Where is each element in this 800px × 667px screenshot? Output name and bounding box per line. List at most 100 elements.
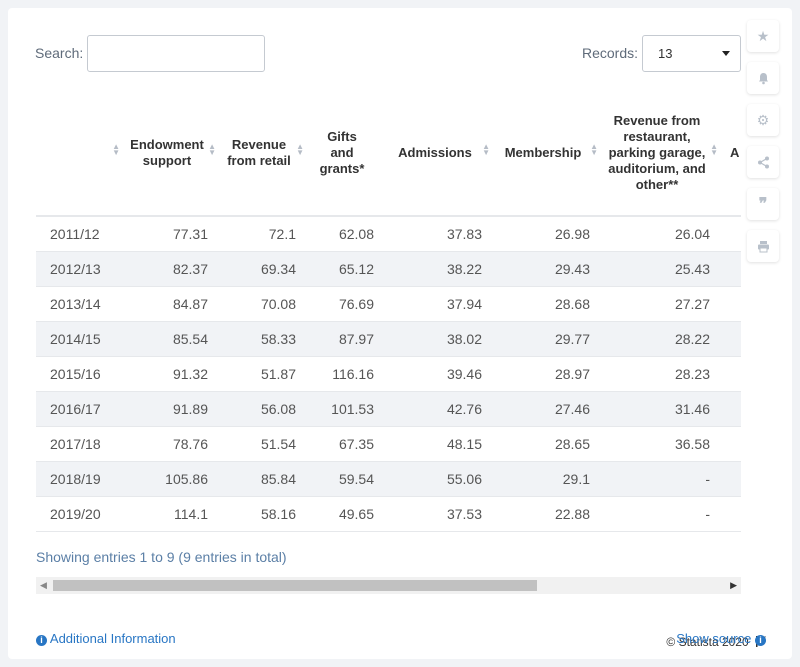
statistic-card: Search: Records: 13 ▲ ▼ Endowment support… [8, 8, 792, 659]
scroll-left-icon[interactable]: ◀ [40, 580, 47, 591]
value-cell: 28.68 [494, 286, 602, 322]
value-cell: 87.97 [308, 321, 386, 357]
value-cell: 51.87 [220, 356, 308, 392]
column-header[interactable]: Admissions ▲ ▼ [386, 90, 494, 217]
info-icon: i [36, 635, 47, 646]
table-header-row: ▲ ▼ Endowment support ▲ ▼ Revenue from reta… [36, 90, 741, 217]
value-cell [722, 391, 741, 427]
show-source-link[interactable]: Show source i [676, 631, 766, 646]
value-cell: - [602, 496, 722, 532]
search-label: Search: [35, 45, 84, 61]
table-row: 2018/19 105.86 85.84 59.54 55.06 29.1- [36, 461, 741, 497]
entries-summary: Showing entries 1 to 9 (9 entries in tot… [36, 549, 287, 565]
column-header[interactable]: Revenue from restaurant, parking garage,… [602, 90, 722, 217]
bell-icon[interactable] [747, 62, 779, 94]
year-cell: 2015/16 [36, 356, 124, 392]
value-cell [722, 426, 741, 462]
table-row: 2017/18 78.76 51.54 67.35 48.15 28.65 36.58 [36, 426, 741, 462]
value-cell [722, 286, 741, 322]
gear-icon[interactable]: ⚙ [747, 104, 779, 136]
table-row: 2019/20 114.1 58.16 49.65 37.53 22.88- [36, 496, 741, 532]
star-icon[interactable]: ★ [747, 20, 779, 52]
year-cell: 2019/20 [36, 496, 124, 532]
value-cell: 56.08 [220, 391, 308, 427]
value-cell: 114.1 [124, 496, 220, 532]
value-cell: 78.76 [124, 426, 220, 462]
year-cell: 2016/17 [36, 391, 124, 427]
value-cell: 39.46 [386, 356, 494, 392]
value-cell: 105.86 [124, 461, 220, 497]
year-cell: 2018/19 [36, 461, 124, 497]
year-cell: 2011/12 [36, 216, 124, 252]
column-header[interactable]: Membership ▲ ▼ [494, 90, 602, 217]
value-cell: 25.43 [602, 251, 722, 287]
search-input[interactable] [87, 35, 265, 72]
value-cell: 58.16 [220, 496, 308, 532]
table-row: 2014/15 85.54 58.33 87.97 38.02 29.77 28.22 [36, 321, 741, 357]
quote-icon[interactable]: ❞ [747, 188, 779, 220]
value-cell: 62.08 [308, 216, 386, 252]
sort-icon: ▲ ▼ [208, 142, 216, 157]
value-cell: 37.83 [386, 216, 494, 252]
value-cell: 58.33 [220, 321, 308, 357]
value-cell: 91.89 [124, 391, 220, 427]
value-cell: 26.04 [602, 216, 722, 252]
value-cell [722, 356, 741, 392]
additional-information-link[interactable]: i Additional Information [36, 631, 176, 646]
value-cell: 29.1 [494, 461, 602, 497]
value-cell: 72.1 [220, 216, 308, 252]
value-cell: 29.43 [494, 251, 602, 287]
records-value: 13 [658, 46, 673, 61]
value-cell: 22.88 [494, 496, 602, 532]
caret-down-icon [722, 51, 730, 56]
year-cell: 2012/13 [36, 251, 124, 287]
scroll-right-icon[interactable]: ▶ [730, 580, 737, 591]
value-cell: - [602, 461, 722, 497]
value-cell: 38.02 [386, 321, 494, 357]
records-select[interactable]: 13 [642, 35, 741, 72]
sort-icon: ▲ ▼ [112, 142, 120, 157]
value-cell: 48.15 [386, 426, 494, 462]
value-cell: 28.22 [602, 321, 722, 357]
column-header[interactable]: Revenue from retail ▲ ▼ [220, 90, 308, 217]
year-cell: 2017/18 [36, 426, 124, 462]
value-cell [722, 251, 741, 287]
sort-icon: ▲ ▼ [710, 142, 718, 157]
value-cell: 27.46 [494, 391, 602, 427]
column-header[interactable]: Endowment support ▲ ▼ [124, 90, 220, 217]
year-cell: 2013/14 [36, 286, 124, 322]
show-source-label: Show source [676, 631, 752, 646]
data-table: ▲ ▼ Endowment support ▲ ▼ Revenue from reta… [36, 90, 741, 532]
value-cell: 36.58 [602, 426, 722, 462]
value-cell: 37.53 [386, 496, 494, 532]
column-header[interactable]: Gifts and grants* [308, 90, 386, 217]
scroll-thumb[interactable] [53, 580, 537, 591]
value-cell [722, 216, 741, 252]
value-cell: 28.23 [602, 356, 722, 392]
value-cell: 51.54 [220, 426, 308, 462]
value-cell: 77.31 [124, 216, 220, 252]
value-cell: 85.54 [124, 321, 220, 357]
value-cell [722, 321, 741, 357]
sort-icon: ▲ ▼ [482, 142, 490, 157]
table-row: 2013/14 84.87 70.08 76.69 37.94 28.68 27.27 [36, 286, 741, 322]
value-cell: 69.34 [220, 251, 308, 287]
value-cell: 37.94 [386, 286, 494, 322]
value-cell: 76.69 [308, 286, 386, 322]
value-cell: 101.53 [308, 391, 386, 427]
sort-icon: ▲ ▼ [590, 142, 598, 157]
value-cell: 28.97 [494, 356, 602, 392]
data-table-wrapper: ▲ ▼ Endowment support ▲ ▼ Revenue from reta… [36, 90, 741, 532]
value-cell [722, 461, 741, 497]
value-cell: 27.27 [602, 286, 722, 322]
value-cell: 85.84 [220, 461, 308, 497]
horizontal-scrollbar[interactable]: ◀ ▶ [36, 577, 741, 594]
value-cell: 49.65 [308, 496, 386, 532]
value-cell: 82.37 [124, 251, 220, 287]
share-icon[interactable] [747, 146, 779, 178]
value-cell: 38.22 [386, 251, 494, 287]
print-icon[interactable] [747, 230, 779, 262]
column-header[interactable]: A f [722, 90, 741, 217]
value-cell: 42.76 [386, 391, 494, 427]
column-header[interactable]: ▲ ▼ [36, 90, 124, 217]
